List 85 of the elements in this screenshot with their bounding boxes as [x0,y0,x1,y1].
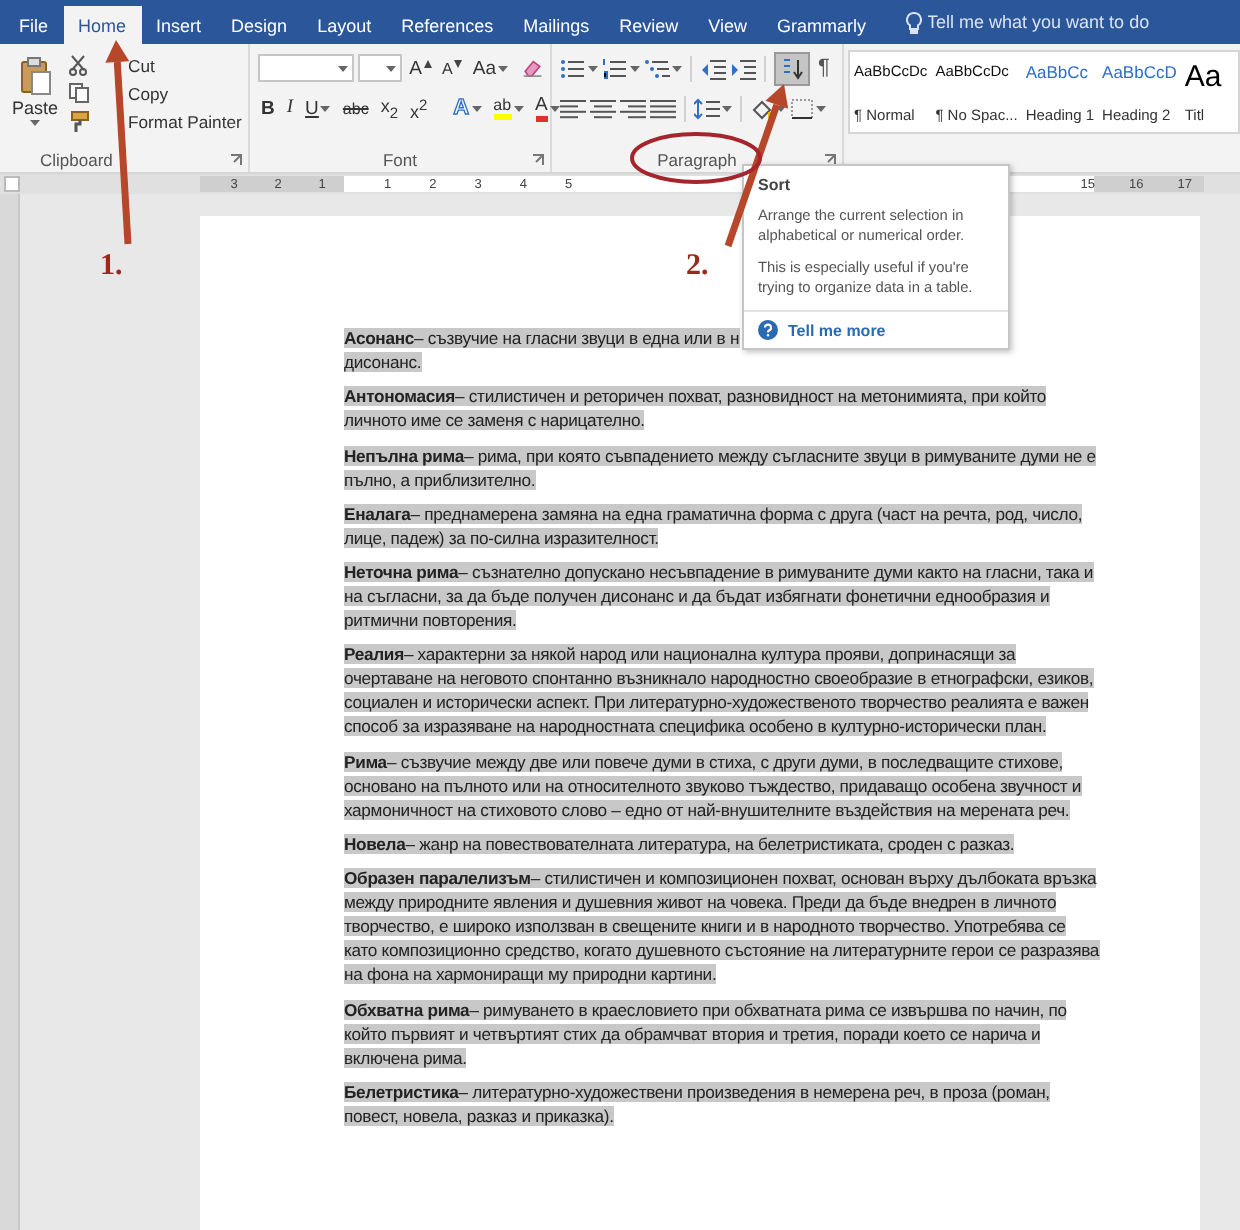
help-link[interactable]: Tell me more [788,321,886,339]
sort-icon [780,57,804,79]
dialog-launcher-icon[interactable] [824,154,836,166]
underline-button[interactable]: U [302,97,334,119]
script-button[interactable]: x$^{2}$ [407,95,431,121]
decrease-indent-icon[interactable] [700,57,726,79]
step-number: 2. [686,250,709,284]
group-label: Paragraph [657,149,737,169]
font-name-field[interactable] [258,54,355,82]
ribbon-tab[interactable]: Review [604,6,694,44]
numbering-icon[interactable] [602,57,628,79]
paragraph: Реалия– характерни за някой народ или национална култура прояви, допринасящи за очертаване на неговото спонтанно възникнало народностно своеобразие в етнографски, езиков, социален и исторически аспект. При литературно-художественото творчество реалията е важен способ за изразяване на народностната специфика особено в културно-исторически план. [344,642,1096,739]
step-number: 1. [100,250,123,284]
help-icon [758,320,778,340]
dialog-launcher-icon[interactable] [532,154,544,166]
group-label: Clipboard [40,149,113,169]
italic-button[interactable]: I [283,98,297,118]
paragraph: Непълна рима– рима, при която съвпадението между съгласните звуци в римуваните думи не е пълно, а приблизително. [344,443,1098,492]
font-size-field[interactable] [358,54,403,82]
align-right-icon[interactable] [620,97,646,119]
grow-button[interactable]: A [406,57,436,79]
bullets-icon[interactable] [560,57,586,79]
caret-icon [722,105,732,111]
caret-icon [386,65,397,71]
copy-icon[interactable] [68,82,91,104]
case-button[interactable]: Aa [469,57,511,79]
clipboard-icon [19,56,51,96]
line-spacing-icon[interactable] [694,97,720,119]
highlight-button[interactable]: ab [490,96,527,120]
paragraph: Антономасия– стилистичен и реторичен похват, разновидност на метонимията, при който личното име се заменя с нарицателно. [344,384,1049,433]
increase-indent-icon[interactable] [730,57,756,79]
caret-icon [549,105,560,111]
ribbon-tab[interactable]: Home [63,6,142,44]
strike-button[interactable]: abc [339,99,372,117]
borders-icon[interactable] [790,97,814,119]
ribbon-tab[interactable]: Design [216,6,303,44]
color-button[interactable]: A [532,94,563,122]
caret-icon [497,65,508,71]
dialog-launcher-icon[interactable] [230,154,242,166]
clipboard-button[interactable]: Cut [128,55,155,75]
group-label: Font [382,149,417,169]
paragraph: Образен паралелизъм– стилистичен и композиционен похват, основан върху дълбоката връзка между природните явления и душевния живот на човека. Преди да бъде внедрен в личното творчество, е широко използван в свещените книги и в народното творчество. Употребява се като композиционно средство, когато душевното състояние на литературните герои се разразява на фона на хармониращи му природни картини. [344,866,1100,987]
caret-icon [30,120,40,126]
caret-icon [320,105,331,111]
show-formatting-button[interactable]: ¶ [814,56,834,80]
paragraph: Еналага– преднамерена замяна на една граматична форма с друга (част на речта, род, число, лице, падеж) за по-силна изразителност. [344,501,1085,550]
scissors-icon[interactable] [68,54,91,76]
align-left-icon[interactable] [560,97,586,119]
justify-icon[interactable] [650,97,676,119]
paragraph: Рима– съзвучие между две или повече думи в стиха, с други думи, в последващите стихове, основано на пълното или на относителното звуково тъждество, придаващо особена звучност и хармоничност на стиховото слово – едно от най-внушителните въздействия на мерената реч. [344,749,1084,822]
paragraph: Новела– жанр на повествователната литература, на белетристиката, сроден с разказ. [344,832,1017,857]
paragraph: Белетристика– литературно-художествени произведения в немерена реч, в проза (роман, повест, новела, разказ и приказка). [344,1079,1052,1128]
caret-icon [672,65,682,71]
ribbon-tab[interactable]: Layout [302,6,387,44]
paragraph: Обхватна рима– римуването в краесловието при обхватната рима се извършва по начин, по който първият и четвъртият стих да обрамчват втория и третия, поради което се нарича и включена рима. [344,997,1069,1070]
caret-icon [454,59,463,67]
ribbon-tab[interactable]: File [4,6,64,44]
clipboard-button[interactable]: Copy [128,83,169,103]
paragraph: Неточна рима– съзнателно допускано несъвпадение в римуваните думи както на гласни, така и на съгласни, за да бъде получен дисонанс и да бъдат избягнати фонетични еднообразия и ритмични повторения. [344,560,1096,633]
script-button[interactable]: x$_{2}$ [377,95,401,121]
bold-button[interactable]: B [258,97,278,119]
ribbon-tab[interactable]: Insert [141,6,217,44]
tooltip-title: Sort [758,176,792,194]
sort-button[interactable] [774,51,810,85]
caret-icon [588,65,598,71]
ribbon-tab[interactable]: References [386,6,509,44]
paste-button[interactable]: Paste [6,52,65,146]
ribbon-tab[interactable]: Mailings [508,6,605,44]
highlight-ellipse [630,132,762,184]
multilevel-list-icon[interactable] [644,57,670,79]
caret-icon [424,59,433,67]
caret-icon [630,65,640,71]
align-center-icon[interactable] [590,97,616,119]
eraser-icon[interactable] [522,56,544,80]
caret-icon [338,65,349,71]
tell-me-field[interactable]: Tell me what you want to do [927,12,1208,32]
caret-icon [513,105,524,111]
lightbulb-icon [905,11,922,33]
ribbon-tab[interactable]: View [693,6,763,44]
ribbon-tab[interactable]: Grammarly [762,6,882,44]
paintbrush-icon[interactable] [68,110,91,132]
shrink-button[interactable]: A [439,59,466,77]
caret-icon [471,105,482,111]
clipboard-button[interactable]: Format Painter [128,111,242,131]
caret-icon [816,105,826,111]
